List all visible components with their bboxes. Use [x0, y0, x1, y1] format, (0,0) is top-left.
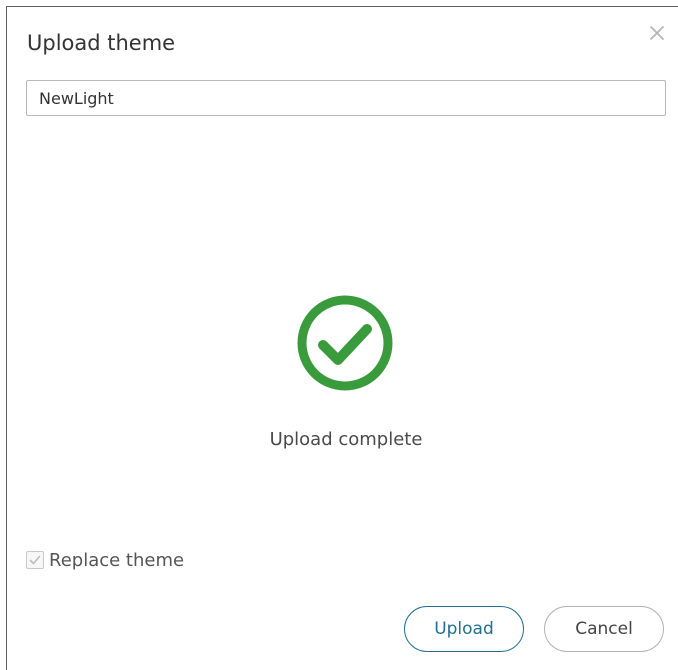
cancel-button[interactable]: Cancel: [544, 606, 664, 652]
theme-name-input[interactable]: [26, 80, 666, 116]
check-circle-icon: [297, 295, 393, 391]
upload-button[interactable]: Upload: [404, 606, 524, 652]
close-icon[interactable]: [648, 24, 666, 42]
checkmark-icon: [29, 555, 41, 565]
dialog-title: Upload theme: [27, 31, 176, 55]
replace-theme-checkbox[interactable]: [26, 551, 44, 569]
replace-theme-option[interactable]: Replace theme: [26, 549, 184, 571]
upload-status-text: Upload complete: [269, 429, 423, 450]
upload-theme-dialog: Upload theme Upload complete Replace the…: [6, 6, 678, 670]
replace-theme-label: Replace theme: [49, 549, 185, 571]
